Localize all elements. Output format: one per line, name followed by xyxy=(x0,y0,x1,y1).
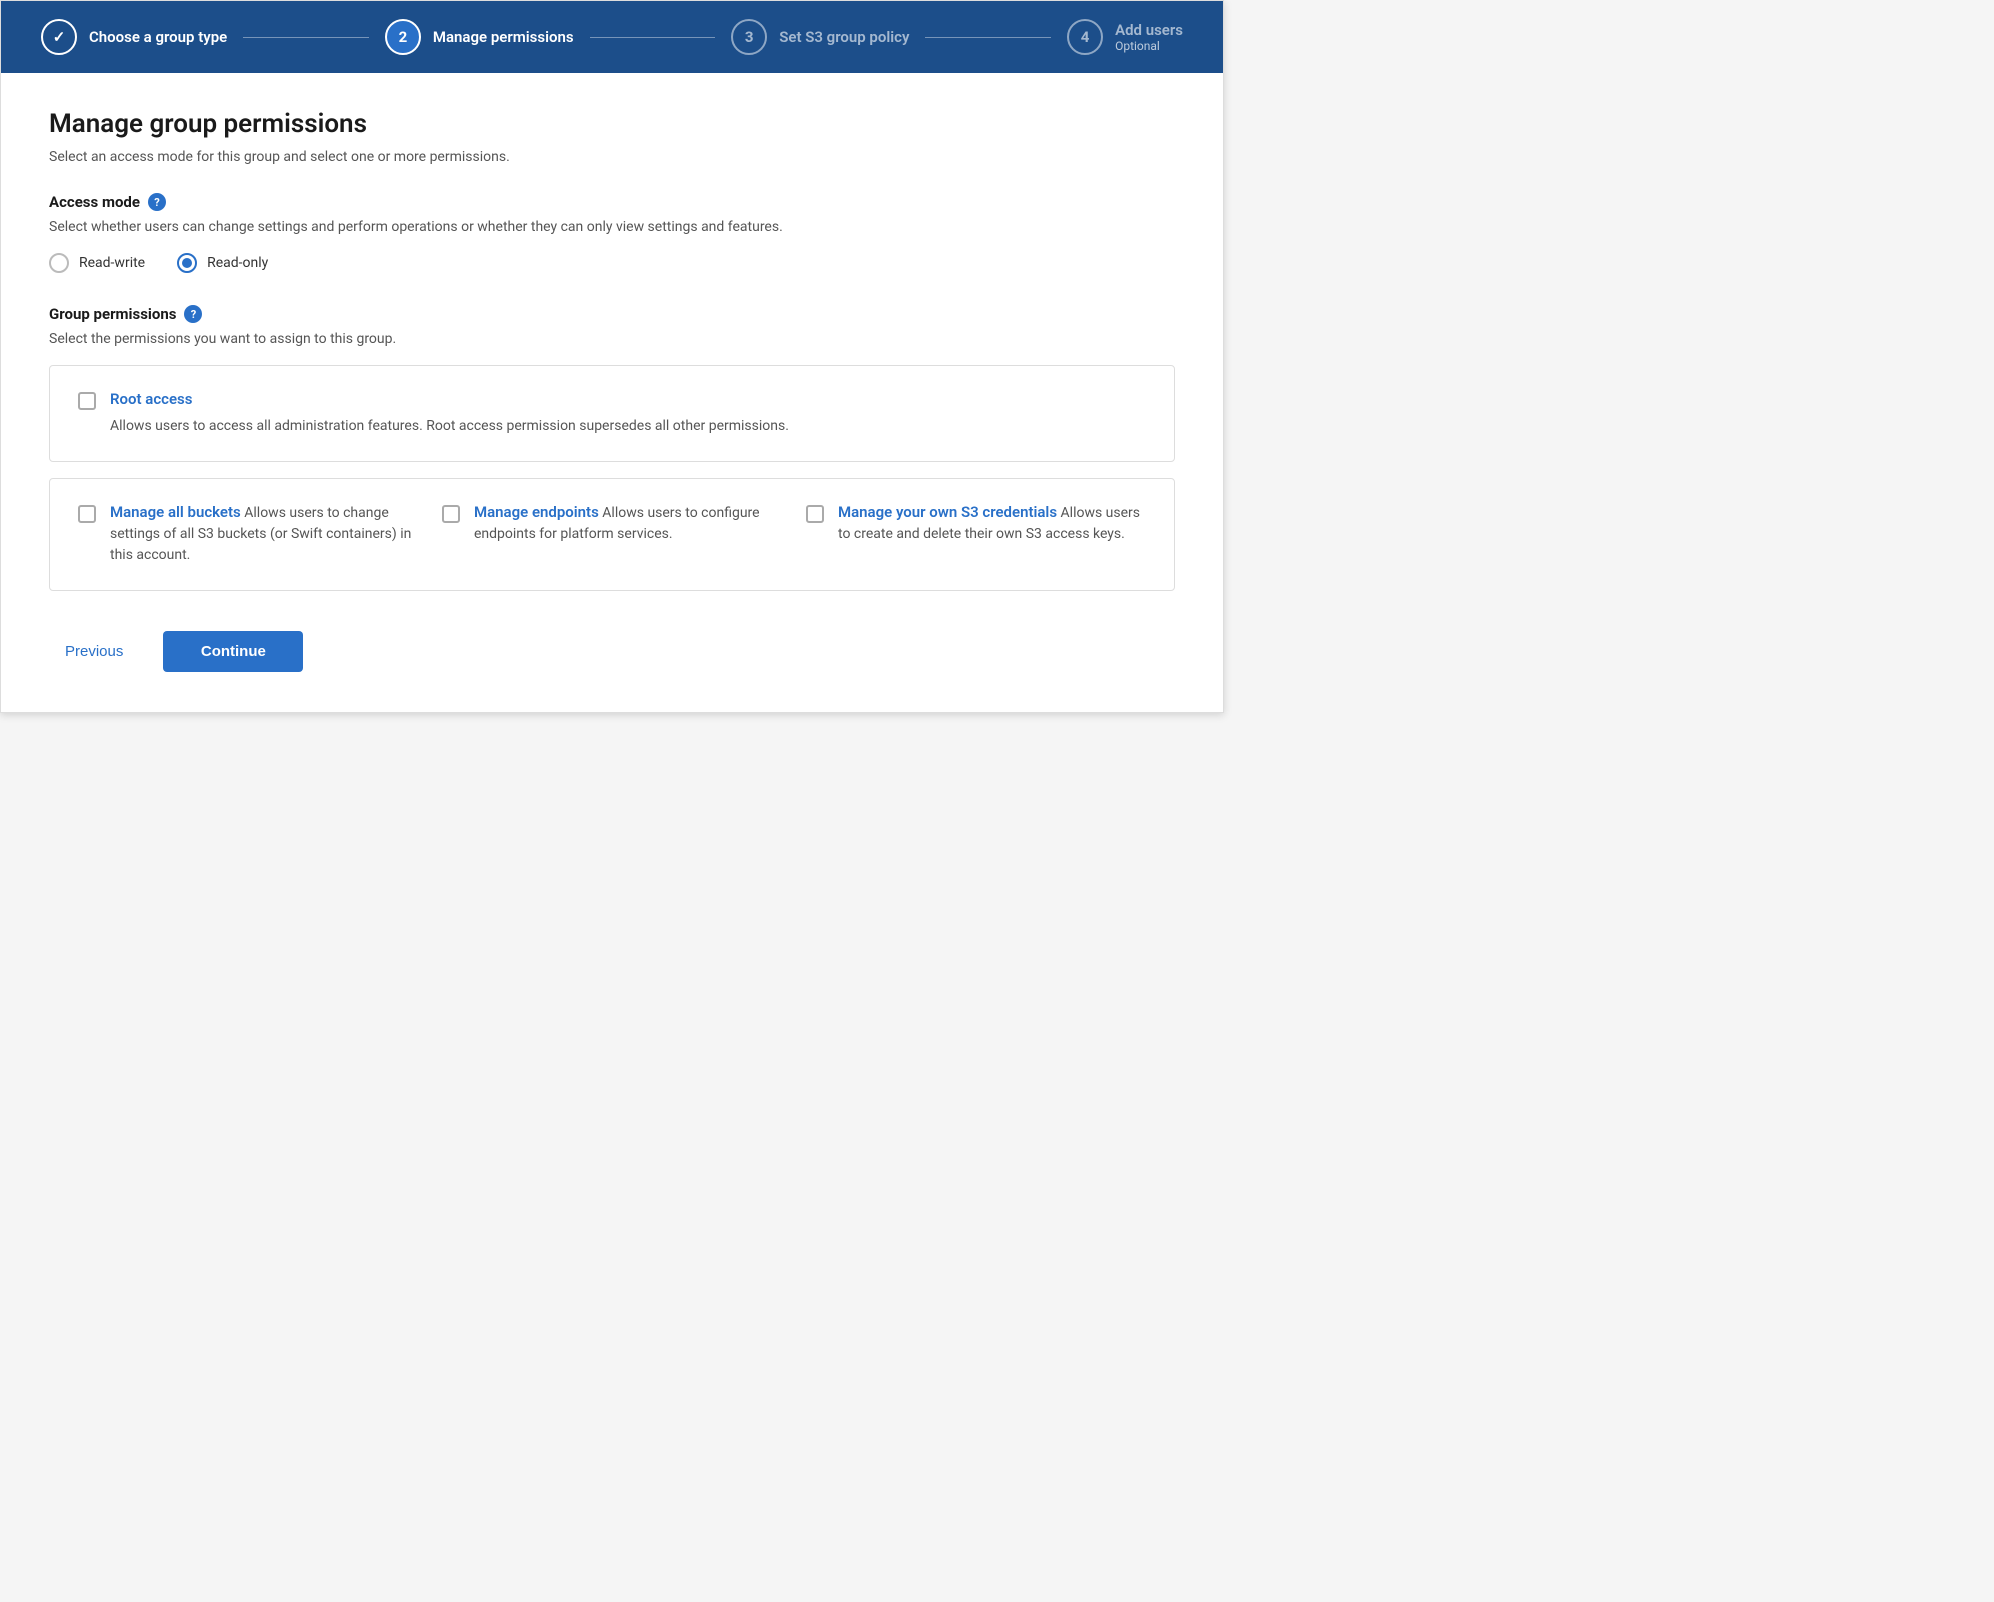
root-access-description: Allows users to access all administratio… xyxy=(110,416,789,437)
manage-all-buckets-item: Manage all buckets Allows users to chang… xyxy=(78,503,418,566)
step-4-sublabel: Optional xyxy=(1115,39,1183,53)
connector-2-3 xyxy=(590,37,716,38)
manage-endpoints-item: Manage endpoints Allows users to configu… xyxy=(442,503,782,566)
step-2: 2 Manage permissions xyxy=(385,19,574,55)
access-mode-description: Select whether users can change settings… xyxy=(49,219,1175,235)
manage-all-buckets-name: Manage all buckets xyxy=(110,503,241,521)
group-permissions-description: Select the permissions you want to assig… xyxy=(49,331,1175,347)
connector-1-2 xyxy=(243,37,369,38)
continue-button[interactable]: Continue xyxy=(163,631,303,672)
read-only-option[interactable]: Read-only xyxy=(177,253,268,273)
manage-all-buckets-content: Manage all buckets Allows users to chang… xyxy=(110,503,418,566)
step-4-circle: 4 xyxy=(1067,19,1103,55)
step-2-label: Manage permissions xyxy=(433,28,574,46)
multi-permission-box: Manage all buckets Allows users to chang… xyxy=(49,478,1175,591)
wizard-footer: Previous Continue xyxy=(49,623,1175,672)
root-access-name: Root access xyxy=(110,390,789,408)
previous-button[interactable]: Previous xyxy=(49,633,139,670)
manage-endpoints-name: Manage endpoints xyxy=(474,503,599,521)
manage-s3-credentials-name: Manage your own S3 credentials xyxy=(838,503,1057,521)
step-2-circle: 2 xyxy=(385,19,421,55)
manage-endpoints-checkbox[interactable] xyxy=(442,505,460,523)
step-1-label: Choose a group type xyxy=(89,28,227,46)
wizard-body: Manage group permissions Select an acces… xyxy=(1,73,1223,712)
access-mode-help-icon[interactable]: ? xyxy=(148,193,166,211)
step-1: ✓ Choose a group type xyxy=(41,19,227,55)
page-subtitle: Select an access mode for this group and… xyxy=(49,149,1175,165)
read-write-option[interactable]: Read-write xyxy=(49,253,145,273)
read-only-radio[interactable] xyxy=(177,253,197,273)
root-access-item: Root access Allows users to access all a… xyxy=(78,390,1146,437)
group-permissions-help-icon[interactable]: ? xyxy=(184,305,202,323)
root-access-content: Root access Allows users to access all a… xyxy=(110,390,789,437)
read-write-radio[interactable] xyxy=(49,253,69,273)
step-3-circle: 3 xyxy=(731,19,767,55)
read-only-label: Read-only xyxy=(207,255,268,271)
step-1-circle: ✓ xyxy=(41,19,77,55)
manage-s3-credentials-checkbox[interactable] xyxy=(806,505,824,523)
step-1-text: Choose a group type xyxy=(89,28,227,46)
group-permissions-section-label: Group permissions ? xyxy=(49,305,1175,323)
manage-all-buckets-checkbox[interactable] xyxy=(78,505,96,523)
manage-s3-credentials-content: Manage your own S3 credentials Allows us… xyxy=(838,503,1146,545)
manage-endpoints-content: Manage endpoints Allows users to configu… xyxy=(474,503,782,545)
step-3: 3 Set S3 group policy xyxy=(731,19,909,55)
wizard-container: ✓ Choose a group type 2 Manage permissio… xyxy=(0,0,1224,713)
page-title: Manage group permissions xyxy=(49,109,1175,139)
manage-s3-credentials-item: Manage your own S3 credentials Allows us… xyxy=(806,503,1146,566)
read-write-label: Read-write xyxy=(79,255,145,271)
access-mode-radio-group: Read-write Read-only xyxy=(49,253,1175,273)
root-access-checkbox[interactable] xyxy=(78,392,96,410)
step-4: 4 Add users Optional xyxy=(1067,19,1183,55)
root-access-box: Root access Allows users to access all a… xyxy=(49,365,1175,462)
step-2-text: Manage permissions xyxy=(433,28,574,46)
access-mode-section-label: Access mode ? xyxy=(49,193,1175,211)
connector-3-4 xyxy=(925,37,1051,38)
step-4-label: Add users xyxy=(1115,21,1183,39)
wizard-header: ✓ Choose a group type 2 Manage permissio… xyxy=(1,1,1223,73)
step-4-text: Add users Optional xyxy=(1115,21,1183,53)
step-3-label: Set S3 group policy xyxy=(779,28,909,46)
step-3-text: Set S3 group policy xyxy=(779,28,909,46)
